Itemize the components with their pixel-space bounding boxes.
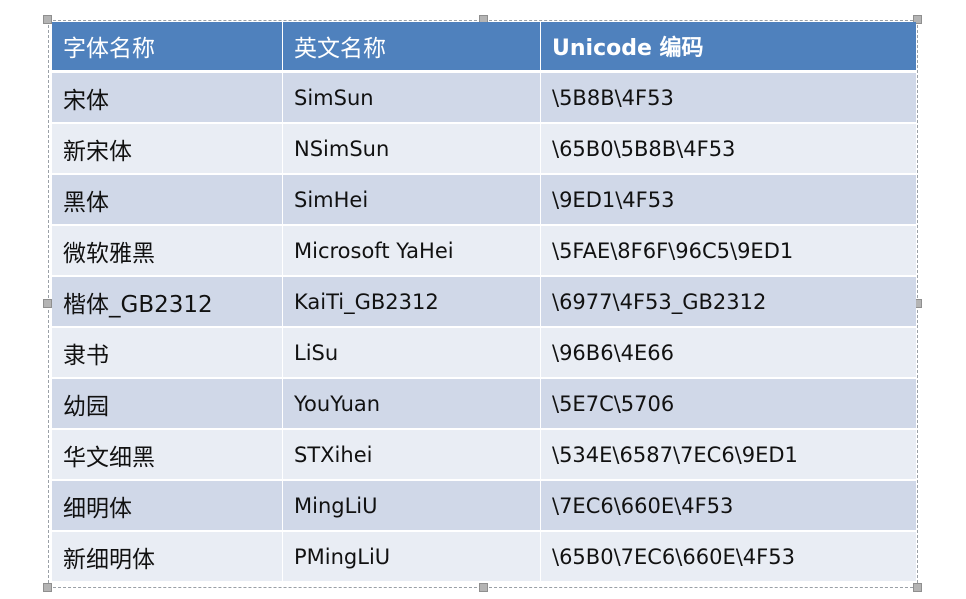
table-row[interactable]: 黑体 SimHei \9ED1\4F53: [52, 175, 916, 226]
cell-chinese-name[interactable]: 新细明体: [52, 532, 283, 583]
cell-english-name[interactable]: MingLiU: [283, 481, 541, 532]
table-row[interactable]: 幼园 YouYuan \5E7C\5706: [52, 379, 916, 430]
cell-english-name[interactable]: SimSun: [283, 73, 541, 124]
cell-chinese-name[interactable]: 新宋体: [52, 124, 283, 175]
table-row[interactable]: 新细明体 PMingLiU \65B0\7EC6\660E\4F53: [52, 532, 916, 583]
cell-unicode-code[interactable]: \5FAE\8F6F\96C5\9ED1: [541, 226, 916, 277]
cell-english-name[interactable]: SimHei: [283, 175, 541, 226]
table-row[interactable]: 细明体 MingLiU \7EC6\660E\4F53: [52, 481, 916, 532]
cell-unicode-code[interactable]: \9ED1\4F53: [541, 175, 916, 226]
resize-handle-top-left[interactable]: [43, 15, 52, 24]
cell-english-name[interactable]: NSimSun: [283, 124, 541, 175]
cell-english-name[interactable]: LiSu: [283, 328, 541, 379]
header-english-name[interactable]: 英文名称: [283, 22, 541, 73]
cell-chinese-name[interactable]: 黑体: [52, 175, 283, 226]
resize-handle-bottom-right[interactable]: [913, 583, 922, 592]
resize-handle-middle-left[interactable]: [43, 299, 52, 308]
cell-unicode-code[interactable]: \96B6\4E66: [541, 328, 916, 379]
cell-english-name[interactable]: Microsoft YaHei: [283, 226, 541, 277]
font-table[interactable]: 字体名称 英文名称 Unicode 编码 宋体 SimSun \5B8B\4F53 新…: [52, 22, 916, 583]
table-header-row: 字体名称 英文名称 Unicode 编码: [52, 22, 916, 73]
table-row[interactable]: 楷体_GB2312 KaiTi_GB2312 \6977\4F53_GB2312: [52, 277, 916, 328]
table-row[interactable]: 微软雅黑 Microsoft YaHei \5FAE\8F6F\96C5\9ED1: [52, 226, 916, 277]
cell-english-name[interactable]: KaiTi_GB2312: [283, 277, 541, 328]
cell-chinese-name[interactable]: 细明体: [52, 481, 283, 532]
header-unicode[interactable]: Unicode 编码: [541, 22, 916, 73]
cell-chinese-name[interactable]: 华文细黑: [52, 430, 283, 481]
table-body: 宋体 SimSun \5B8B\4F53 新宋体 NSimSun \65B0\5B8B\4…: [52, 73, 916, 583]
resize-handle-bottom-center[interactable]: [479, 583, 488, 592]
cell-chinese-name[interactable]: 隶书: [52, 328, 283, 379]
table-row[interactable]: 华文细黑 STXihei \534E\6587\7EC6\9ED1: [52, 430, 916, 481]
header-font-name[interactable]: 字体名称: [52, 22, 283, 73]
cell-unicode-code[interactable]: \65B0\7EC6\660E\4F53: [541, 532, 916, 583]
cell-unicode-code[interactable]: \5B8B\4F53: [541, 73, 916, 124]
cell-unicode-code[interactable]: \65B0\5B8B\4F53: [541, 124, 916, 175]
cell-english-name[interactable]: YouYuan: [283, 379, 541, 430]
cell-chinese-name[interactable]: 楷体_GB2312: [52, 277, 283, 328]
cell-unicode-code[interactable]: \7EC6\660E\4F53: [541, 481, 916, 532]
font-table-container[interactable]: 字体名称 英文名称 Unicode 编码 宋体 SimSun \5B8B\4F53 新…: [52, 22, 916, 583]
cell-unicode-code[interactable]: \534E\6587\7EC6\9ED1: [541, 430, 916, 481]
cell-chinese-name[interactable]: 微软雅黑: [52, 226, 283, 277]
resize-handle-bottom-left[interactable]: [43, 583, 52, 592]
cell-chinese-name[interactable]: 幼园: [52, 379, 283, 430]
cell-unicode-code[interactable]: \6977\4F53_GB2312: [541, 277, 916, 328]
table-row[interactable]: 宋体 SimSun \5B8B\4F53: [52, 73, 916, 124]
cell-english-name[interactable]: PMingLiU: [283, 532, 541, 583]
cell-unicode-code[interactable]: \5E7C\5706: [541, 379, 916, 430]
cell-chinese-name[interactable]: 宋体: [52, 73, 283, 124]
cell-english-name[interactable]: STXihei: [283, 430, 541, 481]
table-row[interactable]: 新宋体 NSimSun \65B0\5B8B\4F53: [52, 124, 916, 175]
table-row[interactable]: 隶书 LiSu \96B6\4E66: [52, 328, 916, 379]
